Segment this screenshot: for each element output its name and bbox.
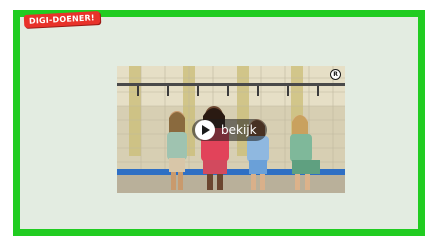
video-thumbnail[interactable]: bekijk R [117,66,345,193]
play-button[interactable]: bekijk [192,119,267,141]
channel-logo-icon: R [330,69,341,80]
play-label: bekijk [221,123,257,137]
play-icon [195,120,215,140]
